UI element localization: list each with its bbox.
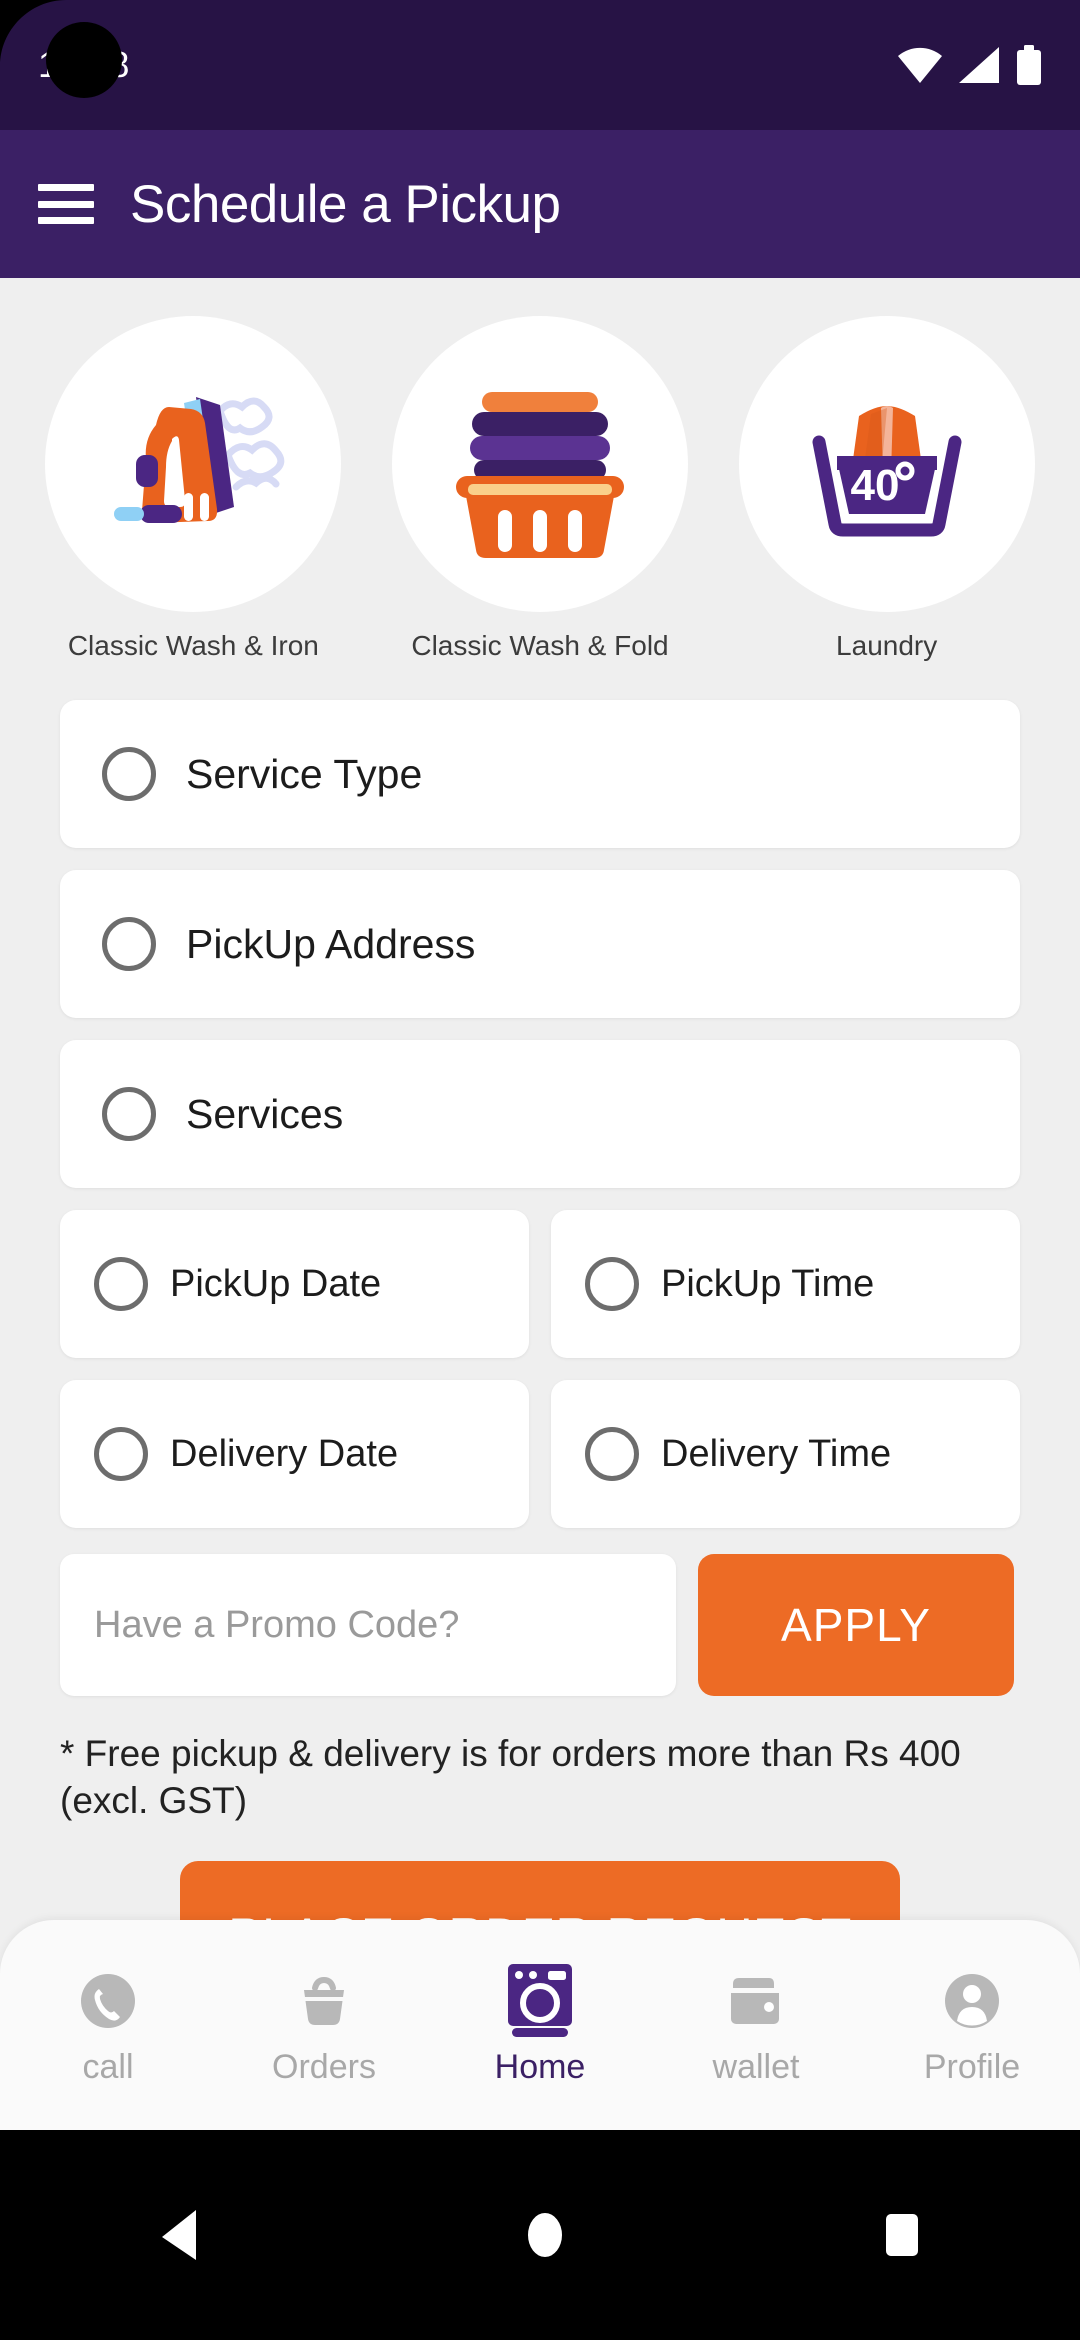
nav-label: call (82, 2047, 134, 2086)
phone-call-icon (81, 1973, 135, 2028)
nav-icon-wrapper (504, 1963, 576, 2038)
nav-label: wallet (712, 2047, 800, 2086)
nav-icon-wrapper (78, 1964, 138, 2038)
field-label: PickUp Time (661, 1262, 875, 1305)
promo-code-row: APPLY (60, 1554, 1020, 1696)
service-category-label: Laundry (836, 630, 938, 661)
back-triangle-icon[interactable] (156, 2206, 210, 2264)
service-icon-circle (45, 316, 342, 612)
service-icon-circle (391, 316, 688, 612)
status-bar: 11:38 (0, 0, 1080, 130)
field-service-type[interactable]: Service Type (60, 700, 1020, 848)
battery-icon (1017, 45, 1041, 85)
page-title: Schedule a Pickup (130, 174, 561, 234)
user-avatar-icon (945, 1973, 999, 2028)
app-bar: Schedule a Pickup (0, 130, 1080, 278)
svg-text:40: 40 (850, 461, 899, 510)
service-category-laundry[interactable]: 40 Laundry (737, 316, 1037, 662)
service-category-wash-fold[interactable]: Classic Wash & Fold (390, 316, 690, 662)
nav-icon-wrapper (725, 1964, 787, 2038)
nav-item-call[interactable]: call (18, 1964, 198, 2087)
field-label: Services (186, 1090, 344, 1137)
nav-label: Orders (272, 2047, 376, 2086)
service-category-label: Classic Wash & Iron (67, 630, 319, 661)
wifi-icon (898, 47, 942, 83)
wash-basin-40-degrees-icon: 40 (812, 406, 962, 537)
field-delivery-time[interactable]: Delivery Time (551, 1380, 1020, 1528)
shopping-basket-icon (304, 1976, 344, 2025)
radio-pickup-time[interactable] (585, 1257, 639, 1311)
radio-pickup-address[interactable] (102, 917, 156, 971)
field-label: Delivery Time (661, 1432, 892, 1475)
radio-service-type[interactable] (102, 747, 156, 801)
promo-code-input[interactable] (60, 1554, 676, 1696)
delivery-datetime-row: Delivery Date Delivery Time (60, 1380, 1020, 1528)
washing-machine-icon (508, 1963, 572, 2037)
free-delivery-note: * Free pickup & delivery is for orders m… (60, 1733, 961, 1822)
radio-services[interactable] (102, 1087, 156, 1141)
status-bar-icons (898, 45, 1042, 85)
service-category-label: Classic Wash & Fold (411, 630, 669, 661)
cellular-signal-icon (959, 47, 999, 83)
steam-iron-icon (114, 397, 285, 523)
nav-label: Home (494, 2047, 586, 2086)
nav-item-orders[interactable]: Orders (234, 1964, 414, 2087)
field-pickup-address[interactable]: PickUp Address (60, 870, 1020, 1018)
home-circle-icon[interactable] (521, 2207, 569, 2263)
field-label: PickUp Date (170, 1262, 382, 1305)
service-icon-circle: 40 (738, 316, 1035, 612)
android-navigation-bar (0, 2130, 1080, 2340)
field-services[interactable]: Services (60, 1040, 1020, 1188)
nav-item-home[interactable]: Home (450, 1963, 630, 2087)
pickup-datetime-row: PickUp Date PickUp Time (60, 1210, 1020, 1358)
bottom-navigation-bar: call Orders Home wallet Profile (0, 1920, 1080, 2130)
phone-screen: 11:38 Schedule a Pickup (0, 0, 1080, 2340)
nav-item-profile[interactable]: Profile (882, 1964, 1062, 2087)
field-delivery-date[interactable]: Delivery Date (60, 1380, 529, 1528)
nav-label: Profile (923, 2047, 1021, 2086)
service-category-row: Classic Wash & Iron Classic Wash & Fold … (0, 278, 1080, 662)
nav-icon-wrapper (294, 1964, 354, 2038)
field-label: Service Type (186, 750, 423, 797)
apply-promo-button[interactable]: APPLY (698, 1554, 1014, 1696)
radio-pickup-date[interactable] (94, 1257, 148, 1311)
nav-item-wallet[interactable]: wallet (666, 1964, 846, 2087)
wallet-icon (731, 1977, 779, 2024)
camera-punch-hole (46, 22, 122, 98)
field-label: PickUp Address (186, 920, 476, 967)
field-label: Delivery Date (170, 1432, 399, 1475)
nav-icon-wrapper (942, 1964, 1002, 2038)
radio-delivery-time[interactable] (585, 1427, 639, 1481)
laundry-basket-icon (455, 392, 624, 558)
recents-square-icon[interactable] (880, 2210, 924, 2260)
hamburger-menu-icon[interactable] (38, 184, 94, 224)
field-pickup-date[interactable]: PickUp Date (60, 1210, 529, 1358)
field-pickup-time[interactable]: PickUp Time (551, 1210, 1020, 1358)
main-content: Classic Wash & Iron Classic Wash & Fold … (0, 278, 1080, 2030)
service-category-wash-iron[interactable]: Classic Wash & Iron (43, 316, 343, 662)
pickup-form: Service Type PickUp Address Services Pic… (0, 662, 1080, 2011)
radio-delivery-date[interactable] (94, 1427, 148, 1481)
